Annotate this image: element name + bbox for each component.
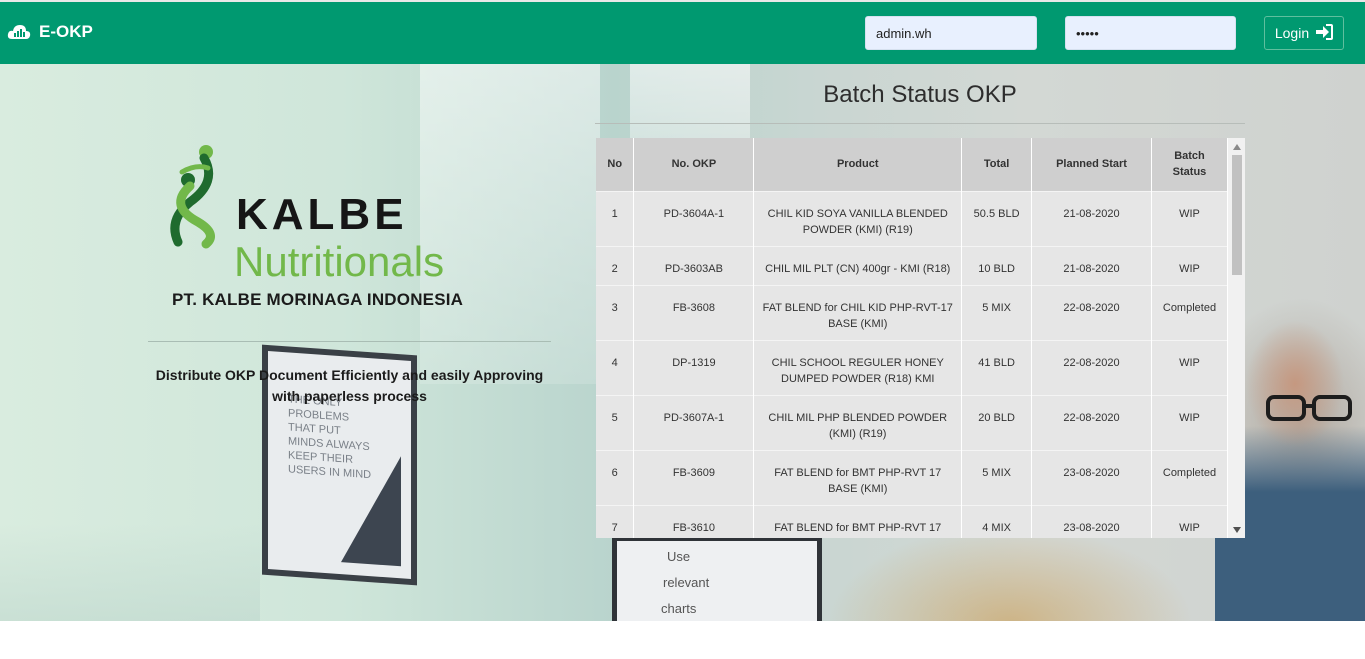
background-screen-text: Use [667, 549, 691, 564]
cell-no: 5 [596, 394, 635, 450]
background-screen-text: charts [661, 601, 697, 616]
cell-status: WIP [1151, 339, 1229, 395]
cloud-chart-icon [7, 22, 31, 42]
cell-okp: DP-1319 [633, 339, 755, 395]
column-header-no-okp[interactable]: No. OKP [633, 138, 755, 191]
scroll-up-arrow-icon[interactable] [1228, 139, 1245, 154]
divider [595, 123, 1245, 124]
cell-total: 5 MIX [961, 284, 1033, 340]
cell-planned-start: 22-08-2020 [1031, 394, 1152, 450]
table-header-row: No No. OKP Product Total Planned Start B… [596, 138, 1229, 191]
cell-no: 3 [596, 284, 635, 340]
cell-okp: FB-3608 [633, 284, 755, 340]
divider [148, 341, 551, 342]
background-screen: Use relevant charts [612, 536, 822, 621]
cell-status: Completed [1151, 284, 1229, 340]
column-header-total[interactable]: Total [961, 138, 1033, 191]
cell-total: 20 BLD [961, 394, 1033, 450]
page-footer-space [0, 621, 1365, 659]
cell-status: WIP [1151, 394, 1229, 450]
table-row[interactable]: 2 PD-3603AB CHIL MIL PLT (CN) 400gr - KM… [596, 245, 1229, 285]
cell-okp: PD-3604A-1 [633, 190, 755, 246]
cell-planned-start: 21-08-2020 [1031, 190, 1152, 246]
cell-product: FAT BLEND for BMT PHP-RVT 17 BASE (KMI) [753, 504, 963, 538]
username-input[interactable] [865, 16, 1037, 50]
column-header-product[interactable]: Product [753, 138, 963, 191]
cell-no: 7 [596, 504, 635, 538]
table-row[interactable]: 5 PD-3607A-1 CHIL MIL PHP BLENDED POWDER… [596, 394, 1229, 450]
cell-planned-start: 23-08-2020 [1031, 504, 1152, 538]
cell-status: WIP [1151, 245, 1229, 285]
batch-status-title: Batch Status OKP [823, 81, 1017, 108]
cell-planned-start: 22-08-2020 [1031, 284, 1152, 340]
table-row[interactable]: 3 FB-3608 FAT BLEND for CHIL KID PHP-RVT… [596, 284, 1229, 340]
cell-planned-start: 21-08-2020 [1031, 245, 1152, 285]
background-screen-text: relevant [663, 575, 710, 590]
monitor-graphic [341, 452, 401, 567]
brand-label: E-OKP [39, 22, 93, 41]
sign-in-icon [1315, 23, 1334, 43]
table-row[interactable]: 1 PD-3604A-1 CHIL KID SOYA VANILLA BLEND… [596, 190, 1229, 246]
login-button[interactable]: Login [1264, 16, 1344, 50]
cell-total: 50.5 BLD [961, 190, 1033, 246]
table-row[interactable]: 7 FB-3610 FAT BLEND for BMT PHP-RVT 17 B… [596, 504, 1229, 538]
cell-status: WIP [1151, 504, 1229, 538]
column-header-no[interactable]: No [596, 138, 635, 191]
cell-okp: PD-3607A-1 [633, 394, 755, 450]
batch-status-table: No No. OKP Product Total Planned Start B… [596, 138, 1229, 538]
brand[interactable]: E-OKP [7, 22, 93, 42]
cell-total: 41 BLD [961, 339, 1033, 395]
cell-no: 1 [596, 190, 635, 246]
background-desk [0, 524, 260, 621]
cell-total: 5 MIX [961, 449, 1033, 505]
cell-planned-start: 22-08-2020 [1031, 339, 1152, 395]
column-header-planned-start[interactable]: Planned Start [1031, 138, 1152, 191]
login-label: Login [1274, 25, 1310, 41]
glasses-graphic [1266, 395, 1352, 421]
scroll-down-arrow-icon[interactable] [1228, 522, 1245, 537]
top-navbar: E-OKP Login [0, 0, 1365, 64]
table-row[interactable]: 6 FB-3609 FAT BLEND for BMT PHP-RVT 17 B… [596, 449, 1229, 505]
cell-no: 4 [596, 339, 635, 395]
cell-planned-start: 23-08-2020 [1031, 449, 1152, 505]
cell-product: CHIL SCHOOL REGULER HONEY DUMPED POWDER … [753, 339, 963, 395]
tagline: Distribute OKP Document Efficiently and … [155, 367, 544, 404]
cell-status: Completed [1151, 449, 1229, 505]
cell-product: CHIL MIL PLT (CN) 400gr - KMI (R18) [753, 245, 963, 285]
cell-product: FAT BLEND for BMT PHP-RVT 17 BASE (KMI) [753, 449, 963, 505]
cell-status: WIP [1151, 190, 1229, 246]
cell-total: 10 BLD [961, 245, 1033, 285]
table-row[interactable]: 4 DP-1319 CHIL SCHOOL REGULER HONEY DUMP… [596, 339, 1229, 395]
cell-okp: FB-3609 [633, 449, 755, 505]
cell-product: FAT BLEND for CHIL KID PHP-RVT-17 BASE (… [753, 284, 963, 340]
logo-subtitle: Nutritionals [234, 238, 445, 285]
company-name: PT. KALBE MORINAGA INDONESIA [172, 290, 464, 309]
cell-total: 4 MIX [961, 504, 1033, 538]
logo-wordmark: KALBE [236, 190, 408, 239]
table-scrollbar[interactable] [1228, 138, 1245, 538]
cell-no: 2 [596, 245, 635, 285]
cell-no: 6 [596, 449, 635, 505]
password-input[interactable] [1065, 16, 1236, 50]
batch-table-container[interactable]: No No. OKP Product Total Planned Start B… [596, 138, 1245, 538]
scrollbar-thumb[interactable] [1232, 155, 1242, 275]
cell-okp: FB-3610 [633, 504, 755, 538]
column-header-batch-status[interactable]: Batch Status [1151, 138, 1229, 191]
cell-product: CHIL KID SOYA VANILLA BLENDED POWDER (KM… [753, 190, 963, 246]
cell-okp: PD-3603AB [633, 245, 755, 285]
cell-product: CHIL MIL PHP BLENDED POWDER (KMI) (R19) [753, 394, 963, 450]
